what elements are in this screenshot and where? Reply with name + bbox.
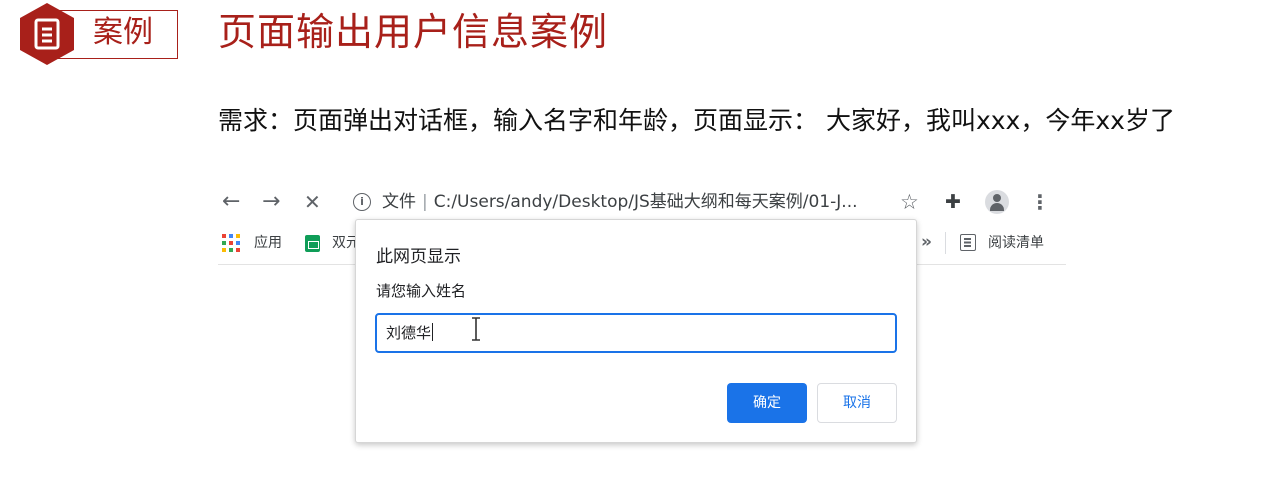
text-caret (432, 323, 434, 341)
bookmark-reading-list[interactable]: 阅读清单 (988, 233, 1044, 253)
dialog-title: 此网页显示 (376, 247, 461, 267)
cancel-button[interactable]: 取消 (817, 383, 897, 423)
address-bar[interactable]: 文件 | C:/Users/andy/Desktop/JS基础大纲和每天案例/01-… (382, 188, 858, 216)
dialog-message: 请您输入姓名 (376, 282, 467, 300)
sheets-icon (305, 235, 320, 252)
bookmarks-overflow-icon[interactable]: » (921, 231, 932, 253)
requirement-line: 需求：页面弹出对话框，输入名字和年龄，页面显示： 大家好，我叫xxx，今年xx岁… (218, 104, 1175, 138)
slide-title: 页面输出用户信息案例 (218, 10, 609, 54)
bookmark-star-icon[interactable]: ☆ (900, 188, 919, 216)
more-menu-icon[interactable]: ⋮ (1030, 188, 1050, 216)
site-info-icon[interactable]: i (353, 193, 371, 211)
bookmarks-divider (945, 232, 946, 254)
text-cursor-icon (472, 317, 480, 341)
forward-arrow-icon[interactable]: → (262, 188, 280, 216)
name-input[interactable]: 刘德华 (375, 313, 897, 353)
bookmark-apps[interactable]: 应用 (254, 233, 282, 253)
back-arrow-icon[interactable]: ← (222, 188, 240, 216)
requirement-label: 需求： (218, 106, 294, 135)
extensions-puzzle-icon[interactable]: ✚ (945, 188, 961, 216)
case-tag: 案例 (93, 15, 153, 50)
address-url: C:/Users/andy/Desktop/JS基础大纲和每天案例/01-J..… (433, 192, 858, 212)
browser-toolbar: ← → ✕ i 文件 | C:/Users/andy/Desktop/JS基础大纲和… (218, 188, 1068, 216)
stop-loading-icon[interactable]: ✕ (304, 188, 321, 216)
ok-button[interactable]: 确定 (727, 383, 807, 423)
name-input-value: 刘德华 (386, 324, 432, 342)
requirement-text: 页面弹出对话框，输入名字和年龄，页面显示： 大家好，我叫xxx，今年xx岁了 (293, 106, 1175, 135)
profile-avatar-icon[interactable] (985, 190, 1009, 214)
reading-list-icon (960, 234, 976, 251)
apps-grid-icon[interactable] (222, 234, 240, 252)
address-scheme: 文件 (382, 192, 416, 212)
prompt-dialog: 此网页显示 请您输入姓名 刘德华 确定 取消 (355, 219, 917, 443)
